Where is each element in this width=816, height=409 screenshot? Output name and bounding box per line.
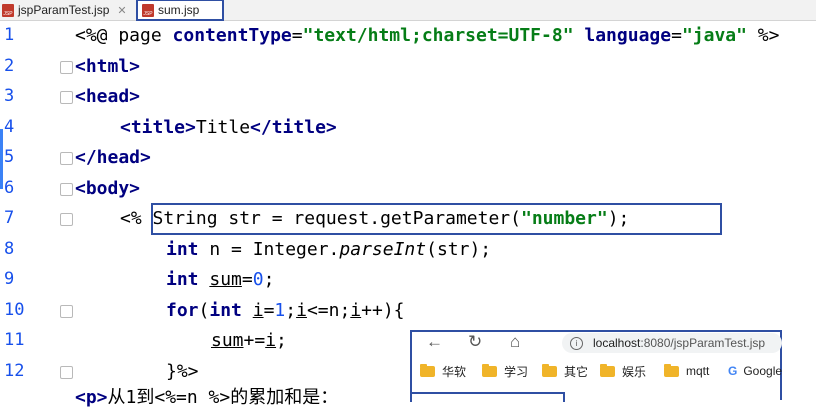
fold-toggle-icon[interactable] xyxy=(60,183,73,196)
bookmark-folder[interactable]: 娱乐 xyxy=(600,360,646,382)
jsp-file-icon: JSP xyxy=(2,3,14,17)
info-icon[interactable]: i xyxy=(570,336,583,350)
folder-icon xyxy=(664,363,679,377)
bookmark-folder[interactable]: mqtt xyxy=(664,360,709,382)
fold-toggle-icon[interactable] xyxy=(60,91,73,104)
tab-sum-jsp[interactable]: JSP sum.jsp xyxy=(136,0,224,21)
code-line-11: sum+=i; xyxy=(211,330,287,351)
code-line-3: <head> xyxy=(75,86,141,107)
jsp-file-icon: JSP xyxy=(142,3,154,17)
fold-toggle-icon[interactable] xyxy=(60,366,73,379)
code-line-6: <body> xyxy=(75,178,141,199)
editor-tab-bar: JSP jspParamTest.jsp ✕ JSP sum.jsp xyxy=(0,0,816,21)
browser-toolbar: ← ↻ ⌂ i localhost:8080/jspParamTest.jsp xyxy=(412,332,782,354)
tab-jspparamtest[interactable]: JSP jspParamTest.jsp ✕ xyxy=(2,0,127,20)
browser-window-overlay: ← ↻ ⌂ i localhost:8080/jspParamTest.jsp … xyxy=(410,330,782,400)
fold-toggle-icon[interactable] xyxy=(60,213,73,226)
code-line-1: <%@ page contentType="text/html;charset=… xyxy=(75,25,780,46)
code-line-9: int sum=0; xyxy=(166,269,275,290)
code-line-13: <p>从1到<%=n %>的累加和是： xyxy=(75,387,339,408)
google-icon: G xyxy=(728,364,738,378)
back-icon[interactable]: ← xyxy=(426,332,443,352)
code-line-12: }%> xyxy=(166,361,199,382)
code-line-5: </head> xyxy=(75,147,151,168)
code-line-10: for(int i=1;i<=n;i++){ xyxy=(166,300,405,321)
fold-toggle-icon[interactable] xyxy=(60,61,73,74)
tab-label: sum.jsp xyxy=(158,3,200,17)
change-marker xyxy=(0,129,3,189)
tab-label: jspParamTest.jsp xyxy=(18,3,110,17)
bookmark-folder[interactable]: 华软 xyxy=(420,360,466,382)
fold-toggle-icon[interactable] xyxy=(60,305,73,318)
code-line-8: int n = Integer.parseInt(str); xyxy=(166,239,492,260)
code-line-2: <html> xyxy=(75,56,141,77)
address-bar[interactable]: i localhost:8080/jspParamTest.jsp xyxy=(562,333,782,353)
url-path: :8080/jspParamTest.jsp xyxy=(640,336,766,350)
bookmarks-bar: 华软 学习 其它 娱乐 mqtt G Google xyxy=(412,360,782,382)
url-host: localhost xyxy=(593,336,641,350)
close-icon[interactable]: ✕ xyxy=(117,4,126,17)
folder-icon xyxy=(542,363,557,377)
bookmark-folder[interactable]: 学习 xyxy=(482,360,528,382)
home-icon[interactable]: ⌂ xyxy=(510,332,520,352)
folder-icon xyxy=(482,363,497,377)
fold-toggle-icon[interactable] xyxy=(60,152,73,165)
highlight-box xyxy=(151,203,722,235)
code-line-4: <title>Title</title> xyxy=(120,117,337,138)
result-highlight-box xyxy=(410,392,565,402)
folder-icon xyxy=(420,363,435,377)
folder-icon xyxy=(600,363,615,377)
reload-icon[interactable]: ↻ xyxy=(468,332,482,352)
bookmark-folder[interactable]: 其它 xyxy=(542,360,588,382)
bookmark-google[interactable]: G Google xyxy=(728,360,782,382)
